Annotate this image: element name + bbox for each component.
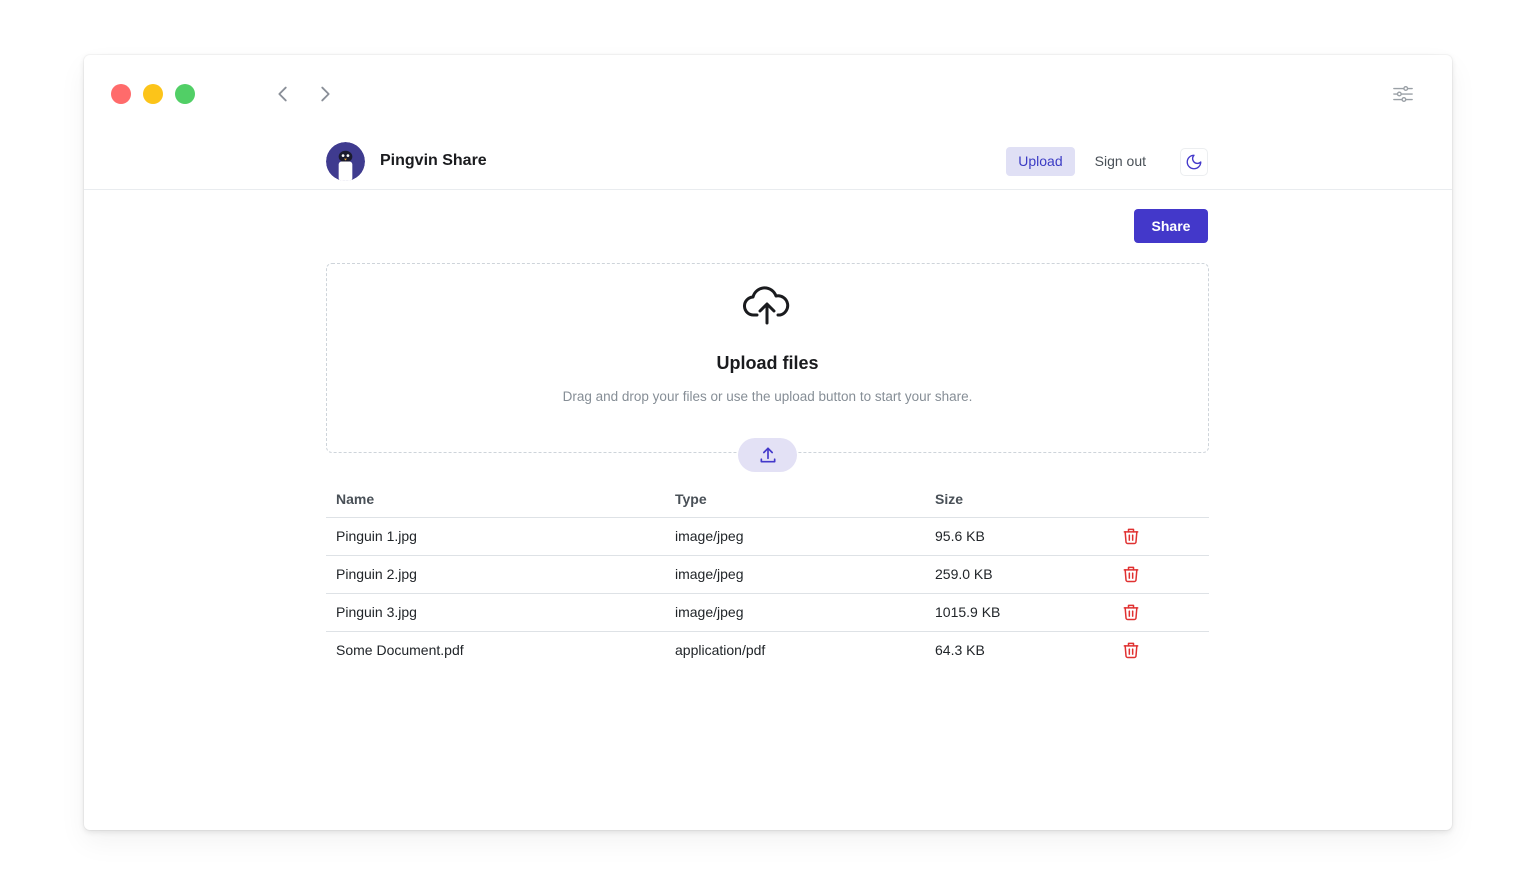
upload-files-button[interactable] xyxy=(738,438,797,472)
share-button[interactable]: Share xyxy=(1134,209,1208,243)
close-window-button[interactable] xyxy=(111,84,131,104)
maximize-window-button[interactable] xyxy=(175,84,195,104)
table-header-row: Name Type Size xyxy=(326,481,1209,518)
file-name: Some Document.pdf xyxy=(336,642,464,659)
chevron-right-icon[interactable] xyxy=(314,83,336,105)
table-row: Some Document.pdf application/pdf 64.3 K… xyxy=(326,631,1209,669)
app-name: Pingvin Share xyxy=(380,152,487,169)
penguin-logo-icon xyxy=(326,141,365,181)
history-navigation xyxy=(272,83,336,105)
dropzone-subtitle: Drag and drop your files or use the uplo… xyxy=(562,389,973,404)
file-type: image/jpeg xyxy=(665,593,925,632)
trash-icon[interactable] xyxy=(1121,640,1141,660)
file-name: Pinguin 3.jpg xyxy=(326,593,665,632)
file-type: image/jpeg xyxy=(665,517,925,556)
column-header-name: Name xyxy=(326,481,665,518)
dropzone-title: Upload files xyxy=(716,353,819,373)
row-actions xyxy=(1111,555,1209,594)
row-actions xyxy=(1111,517,1209,556)
table-row: Pinguin 1.jpg image/jpeg 95.6 KB xyxy=(326,517,1209,556)
file-name: Pinguin 1.jpg xyxy=(326,517,665,556)
file-size: 259.0 KB xyxy=(925,555,1111,594)
settings-sliders-icon[interactable] xyxy=(1392,83,1414,105)
app-header: Pingvin Share Upload Sign out xyxy=(84,141,1452,190)
file-type: application/pdf xyxy=(675,642,766,659)
chevron-left-icon[interactable] xyxy=(272,83,294,105)
column-header-type: Type xyxy=(665,481,925,518)
header-actions: Upload Sign out xyxy=(1006,147,1208,176)
files-table: Name Type Size Pinguin 1.jpg image/jpeg … xyxy=(326,481,1209,669)
file-type: image/jpeg xyxy=(665,555,925,594)
row-actions xyxy=(1111,593,1209,632)
file-dropzone[interactable]: Upload files Drag and drop your files or… xyxy=(326,263,1209,453)
trash-icon[interactable] xyxy=(1121,526,1141,546)
trash-icon[interactable] xyxy=(1121,564,1141,584)
minimize-window-button[interactable] xyxy=(143,84,163,104)
trash-icon[interactable] xyxy=(1121,602,1141,622)
app-window: Pingvin Share Upload Sign out Share Uplo… xyxy=(84,55,1452,830)
table-row: Pinguin 3.jpg image/jpeg 1015.9 KB xyxy=(326,593,1209,632)
moon-icon xyxy=(1186,154,1202,169)
table-row: Pinguin 2.jpg image/jpeg 259.0 KB xyxy=(326,555,1209,594)
window-controls xyxy=(111,84,195,104)
cloud-upload-icon xyxy=(743,286,790,325)
file-size: 64.3 KB xyxy=(935,642,985,659)
row-actions xyxy=(1111,631,1209,669)
upload-icon xyxy=(760,447,775,463)
upload-nav-link[interactable]: Upload xyxy=(1006,147,1075,176)
file-name: Pinguin 2.jpg xyxy=(326,555,665,594)
brand[interactable]: Pingvin Share xyxy=(326,141,487,181)
sign-out-link[interactable]: Sign out xyxy=(1083,147,1158,176)
column-header-actions xyxy=(1111,481,1209,518)
theme-toggle-button[interactable] xyxy=(1180,147,1208,176)
file-size: 1015.9 KB xyxy=(925,593,1111,632)
column-header-size: Size xyxy=(925,481,1111,518)
file-size: 95.6 KB xyxy=(925,517,1111,556)
